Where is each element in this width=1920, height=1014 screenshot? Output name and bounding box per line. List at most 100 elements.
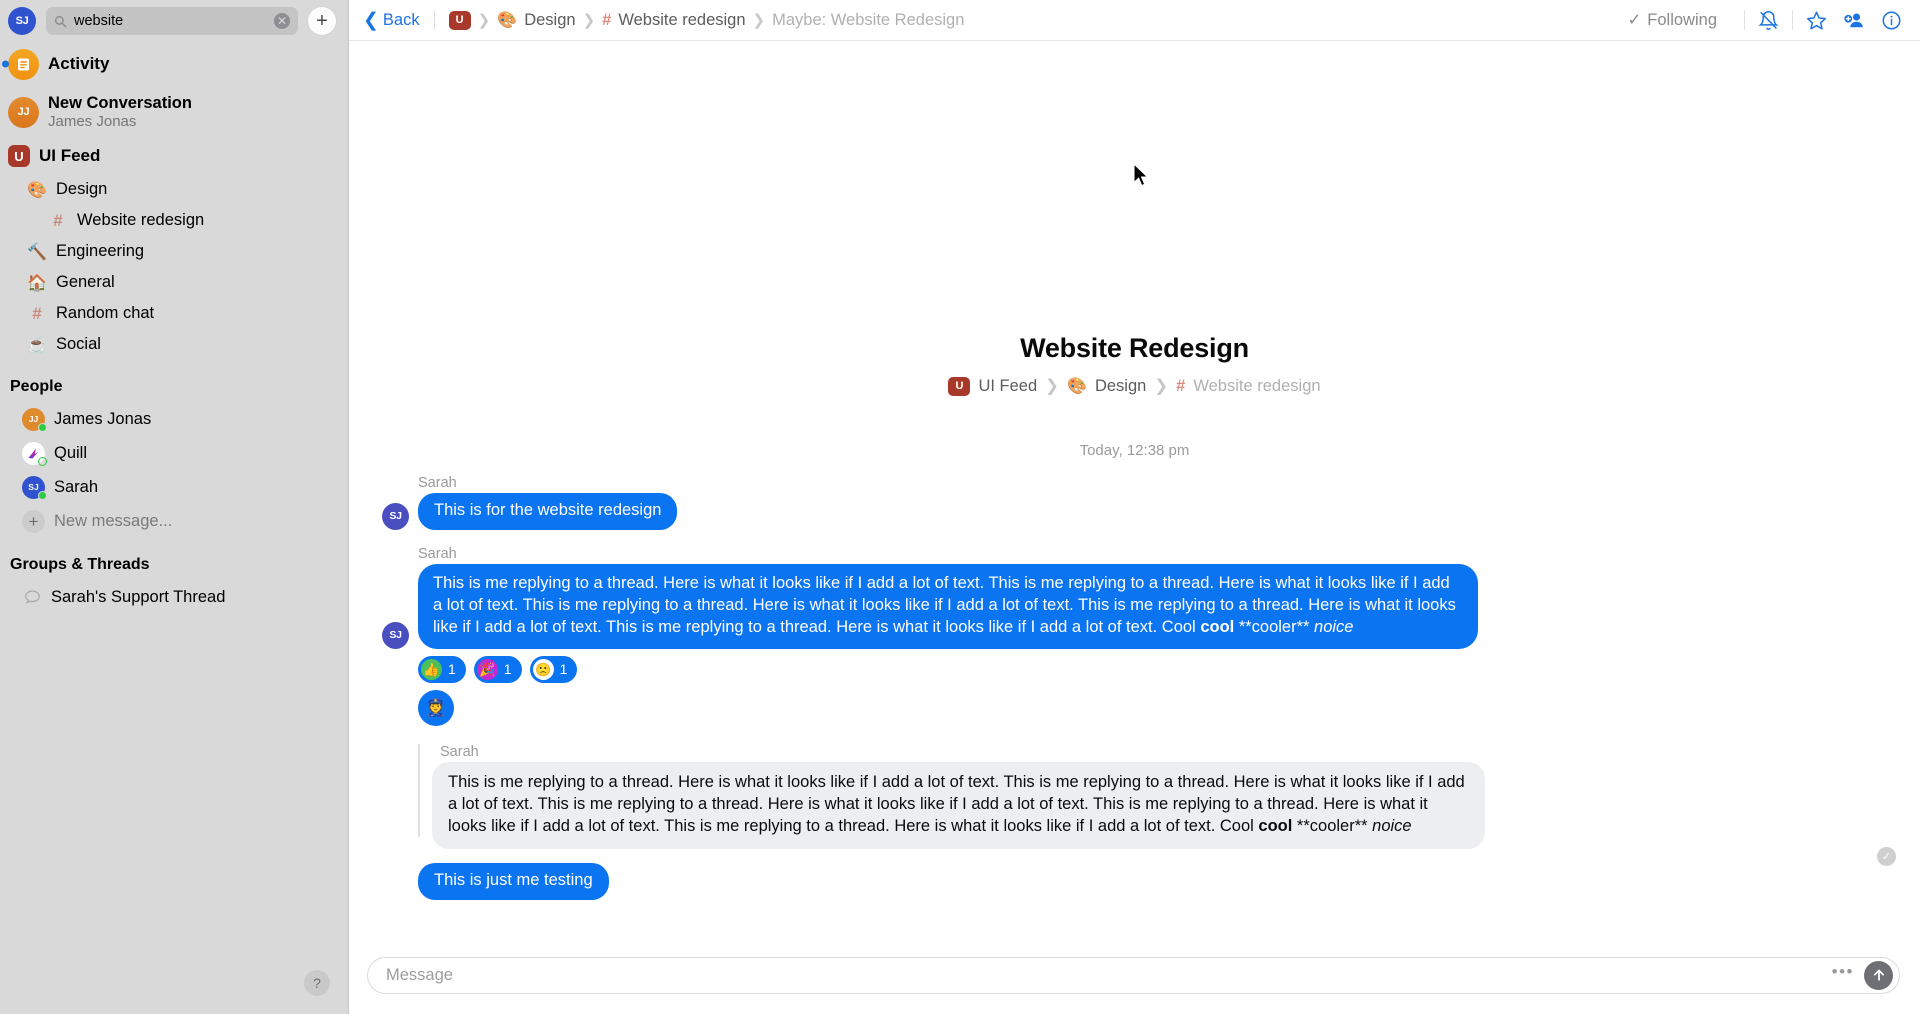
- breadcrumb-design[interactable]: Design: [1095, 377, 1146, 396]
- message-bubble[interactable]: This is for the website redesign: [418, 493, 678, 530]
- sidebar-item-label: Sarah's Support Thread: [51, 587, 226, 606]
- plus-icon: +: [22, 509, 45, 533]
- back-button[interactable]: ❮ Back: [363, 11, 434, 30]
- read-receipt-icon: ✓: [1877, 847, 1896, 866]
- avatar: JJ: [22, 407, 47, 432]
- search-icon: [54, 15, 67, 28]
- ui-feed-logo-icon[interactable]: U: [448, 10, 471, 30]
- sidebar-item-sarah[interactable]: SJ Sarah: [0, 470, 348, 504]
- ui-feed-logo-icon: U: [948, 376, 971, 396]
- reaction-party-popper[interactable]: 🎉 1: [473, 655, 522, 683]
- current-user-avatar[interactable]: SJ: [8, 7, 36, 35]
- breadcrumb-channel: Website redesign: [1193, 376, 1321, 395]
- hash-icon: #: [32, 303, 42, 323]
- main-panel: ❮ Back U ❯ 🎨 Design ❯ # Website redesign…: [349, 0, 1920, 1014]
- send-button[interactable]: [1864, 960, 1893, 990]
- day-timestamp: Today, 12:38 pm: [1079, 442, 1190, 459]
- groups-section-heading: Groups & Threads: [10, 556, 150, 573]
- sidebar-item-general[interactable]: 🏠 General: [0, 267, 348, 298]
- sidebar-item-label: Sarah: [54, 477, 99, 496]
- sidebar-item-social[interactable]: ☕ Social: [0, 329, 348, 360]
- message-group: Sarah SJ This is me replying to a thread…: [371, 546, 1898, 900]
- thread-line: [418, 743, 420, 837]
- star-icon[interactable]: [1806, 10, 1827, 31]
- message-bubble[interactable]: This is just me testing: [418, 862, 609, 900]
- sidebar-item-label: Activity: [48, 54, 110, 73]
- message-text-italic: noice: [1372, 816, 1412, 835]
- search-field[interactable]: ✕: [46, 7, 298, 35]
- reaction-thumbs-up[interactable]: 👍 1: [418, 655, 466, 683]
- message-text: **cooler**: [1292, 816, 1373, 835]
- breadcrumb: U ❯ 🎨 Design ❯ # Website redesign ❯ Mayb…: [448, 10, 965, 30]
- reaction-count: 1: [448, 661, 456, 678]
- conversation-subtitle: James Jonas: [48, 112, 137, 130]
- reaction-sad-face[interactable]: 🙁 1: [529, 655, 578, 683]
- emoji-message-bubble[interactable]: 👮: [418, 689, 454, 726]
- search-input[interactable]: [74, 13, 267, 29]
- chevron-right-icon: ❯: [582, 12, 596, 29]
- breadcrumb-channel[interactable]: Website redesign: [618, 11, 745, 30]
- message-input[interactable]: [386, 965, 1832, 985]
- message-bubble[interactable]: This is me replying to a thread. Here is…: [418, 563, 1478, 649]
- message-text-italic: noice: [1314, 617, 1354, 636]
- sidebar-item-ui-feed[interactable]: U UI Feed: [0, 138, 348, 174]
- ui-feed-logo-icon: U: [8, 145, 30, 167]
- page-title: Website Redesign: [1020, 333, 1249, 363]
- reply-bubble[interactable]: This is me replying to a thread. Here is…: [432, 761, 1485, 849]
- help-button[interactable]: ?: [304, 970, 330, 996]
- sidebar-item-label: Random chat: [56, 304, 155, 322]
- more-options-icon[interactable]: •••: [1832, 962, 1864, 988]
- sidebar-item-label: Engineering: [56, 242, 145, 260]
- sidebar-item-label: General: [56, 273, 115, 291]
- message-row: This is just me testing: [418, 862, 1898, 900]
- new-item-button[interactable]: +: [308, 7, 336, 35]
- sidebar-item-label: Website redesign: [77, 211, 205, 229]
- composer-box[interactable]: •••: [367, 956, 1900, 994]
- info-icon[interactable]: [1881, 10, 1902, 31]
- palette-icon: 🎨: [27, 181, 47, 199]
- sad-face-icon: 🙁: [532, 658, 554, 680]
- message-sender: Sarah: [418, 545, 457, 562]
- breadcrumb-current: Maybe: Website Redesign: [772, 10, 965, 29]
- unread-dot: [2, 60, 9, 68]
- divider: [1792, 10, 1793, 30]
- following-toggle[interactable]: ✓ Following: [1627, 10, 1717, 30]
- status-badge-online: [38, 490, 47, 500]
- hash-icon: #: [53, 210, 63, 230]
- reaction-count: 1: [559, 661, 568, 678]
- app-root: SJ ✕ + Activity JJ New Conv: [0, 0, 1920, 1014]
- add-person-icon[interactable]: [1843, 9, 1865, 31]
- reaction-list: 👍 1 🎉 1 🙁 1: [418, 655, 1898, 683]
- sidebar-item-james-jonas[interactable]: JJ James Jonas: [0, 402, 348, 436]
- sidebar-item-new-conversation[interactable]: JJ New Conversation James Jonas: [0, 86, 348, 138]
- divider: [1744, 10, 1745, 30]
- conversation-header: Website Redesign U UI Feed ❯ 🎨 Design ❯ …: [371, 41, 1898, 396]
- sidebar-item-website-redesign[interactable]: # Website redesign: [0, 205, 348, 236]
- avatar: [22, 441, 47, 466]
- breadcrumb-feed[interactable]: UI Feed: [978, 377, 1037, 396]
- breadcrumb-design[interactable]: Design: [524, 11, 575, 30]
- clear-search-icon[interactable]: ✕: [274, 13, 290, 29]
- status-badge-online: [38, 422, 47, 432]
- sidebar-item-sarahs-support-thread[interactable]: Sarah's Support Thread: [0, 580, 348, 614]
- check-icon: ✓: [1627, 11, 1642, 29]
- sidebar-item-design[interactable]: 🎨 Design: [0, 174, 348, 205]
- chevron-right-icon: ❯: [477, 12, 491, 29]
- bell-slash-icon[interactable]: [1758, 10, 1779, 31]
- sidebar-item-label: UI Feed: [39, 146, 101, 165]
- sidebar-item-label: James Jonas: [54, 409, 152, 428]
- thread-reply: Sarah This is me replying to a thread. H…: [418, 743, 1898, 849]
- conversation-title: New Conversation: [48, 93, 192, 112]
- sidebar-item-random-chat[interactable]: # Random chat: [0, 298, 348, 329]
- message-composer: •••: [349, 950, 1920, 1014]
- reaction-count: 1: [503, 661, 512, 678]
- party-popper-icon: 🎉: [476, 658, 498, 680]
- new-message-button[interactable]: + New message...: [0, 504, 348, 538]
- sidebar-item-engineering[interactable]: 🔨 Engineering: [0, 236, 348, 267]
- sidebar: SJ ✕ + Activity JJ New Conv: [0, 0, 349, 1014]
- sidebar-item-quill[interactable]: Quill: [0, 436, 348, 470]
- sidebar-item-activity[interactable]: Activity: [0, 42, 348, 86]
- avatar: SJ: [22, 475, 47, 500]
- message-group: Sarah SJ This is for the website redesig…: [371, 475, 1898, 530]
- activity-icon: [8, 48, 39, 80]
